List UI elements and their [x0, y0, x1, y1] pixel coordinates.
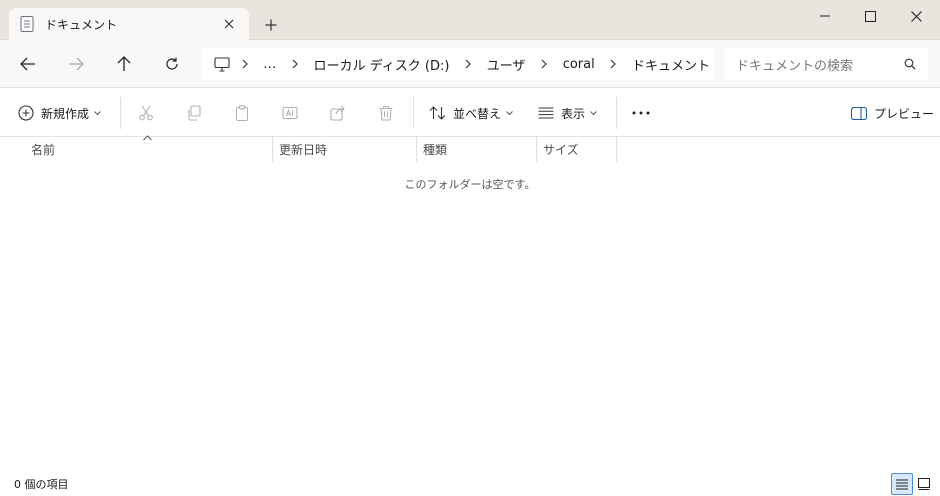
- share-icon: [330, 105, 346, 121]
- breadcrumb-users[interactable]: ユーザ: [483, 55, 530, 74]
- chevron-down-icon: [94, 110, 101, 116]
- details-view-icon: [896, 479, 908, 490]
- more-options-button[interactable]: [632, 99, 650, 127]
- breadcrumb-drive[interactable]: ローカル ディスク (D:): [310, 55, 454, 74]
- column-divider[interactable]: [616, 137, 617, 162]
- chevron-down-icon: [590, 110, 597, 116]
- close-window-button[interactable]: [893, 0, 939, 32]
- toolbar-divider: [120, 97, 121, 129]
- column-header-date[interactable]: 更新日時: [273, 137, 416, 162]
- minimize-button[interactable]: [802, 0, 848, 32]
- search-input[interactable]: ドキュメントの検索: [736, 55, 904, 74]
- back-button[interactable]: [14, 50, 42, 78]
- details-view-button[interactable]: [891, 473, 913, 495]
- sort-arrows-icon: [429, 106, 446, 120]
- column-name-label: 名前: [31, 143, 56, 157]
- empty-folder-message: このフォルダーは空です。: [404, 178, 536, 191]
- column-header-size[interactable]: サイズ: [537, 137, 616, 162]
- clipboard-icon: [234, 105, 250, 121]
- cut-button[interactable]: [138, 99, 154, 127]
- toolbar-divider: [616, 97, 617, 129]
- forward-button[interactable]: [62, 50, 90, 78]
- refresh-button[interactable]: [158, 50, 186, 78]
- chevron-right-icon[interactable]: [529, 59, 558, 69]
- chevron-right-icon[interactable]: [230, 59, 259, 69]
- preview-button-label: プレビュー: [874, 106, 935, 121]
- title-bar: ドキュメント: [0, 0, 940, 40]
- column-header-name[interactable]: 名前: [25, 137, 272, 162]
- chevron-down-icon: [506, 110, 513, 116]
- column-type-label: 種類: [423, 143, 448, 157]
- breadcrumb-more[interactable]: …: [259, 57, 280, 72]
- view-button[interactable]: 表示: [538, 99, 597, 127]
- preview-pane-icon: [851, 106, 867, 120]
- new-button[interactable]: 新規作成: [18, 99, 101, 127]
- search-icon[interactable]: [904, 58, 916, 70]
- column-header-row: 名前 更新日時 種類 サイズ: [0, 135, 940, 162]
- column-header-type[interactable]: 種類: [417, 137, 536, 162]
- document-icon: [19, 16, 35, 32]
- copy-button[interactable]: [186, 99, 202, 127]
- list-view-icon: [538, 107, 554, 119]
- column-size-label: サイズ: [543, 143, 579, 157]
- rename-icon: [282, 105, 298, 121]
- navigation-bar: … ローカル ディスク (D:) ユーザ coral ドキュメント ドキュメント…: [0, 40, 940, 88]
- search-box[interactable]: ドキュメントの検索: [724, 48, 928, 80]
- new-tab-button[interactable]: [260, 14, 282, 36]
- chevron-right-icon[interactable]: [280, 59, 309, 69]
- plus-circle-icon: [18, 105, 34, 121]
- more-dots-icon: [632, 111, 650, 115]
- sort-button[interactable]: 並べ替え: [429, 99, 513, 127]
- this-pc-icon[interactable]: [214, 56, 230, 72]
- breadcrumb-current[interactable]: ドキュメント: [628, 55, 714, 74]
- close-tab-icon[interactable]: [219, 14, 239, 34]
- sort-button-label: 並べ替え: [453, 106, 502, 121]
- copy-icon: [186, 105, 202, 121]
- item-count: 0 個の項目: [14, 478, 69, 491]
- scissors-icon: [138, 105, 154, 121]
- address-bar[interactable]: … ローカル ディスク (D:) ユーザ coral ドキュメント: [202, 48, 714, 80]
- rename-button[interactable]: [282, 99, 298, 127]
- chevron-right-icon[interactable]: [453, 59, 482, 69]
- tab-title: ドキュメント: [45, 17, 118, 32]
- chevron-right-icon[interactable]: [599, 59, 628, 69]
- tab-documents[interactable]: ドキュメント: [9, 8, 249, 40]
- trash-icon: [378, 105, 394, 121]
- command-bar: 新規作成 並べ替え 表示 プレビュー: [0, 89, 940, 137]
- view-button-label: 表示: [561, 106, 586, 121]
- toolbar-divider: [413, 97, 414, 129]
- maximize-button[interactable]: [847, 0, 893, 32]
- delete-button[interactable]: [378, 99, 394, 127]
- paste-button[interactable]: [234, 99, 250, 127]
- column-date-label: 更新日時: [279, 143, 328, 157]
- preview-pane-button[interactable]: プレビュー: [851, 99, 934, 127]
- tiles-view-button[interactable]: [913, 473, 935, 495]
- up-button[interactable]: [110, 50, 138, 78]
- status-bar: 0 個の項目: [0, 472, 940, 496]
- share-button[interactable]: [330, 99, 346, 127]
- new-button-label: 新規作成: [41, 106, 90, 121]
- tiles-view-icon: [918, 478, 930, 490]
- breadcrumb-user[interactable]: coral: [559, 57, 599, 72]
